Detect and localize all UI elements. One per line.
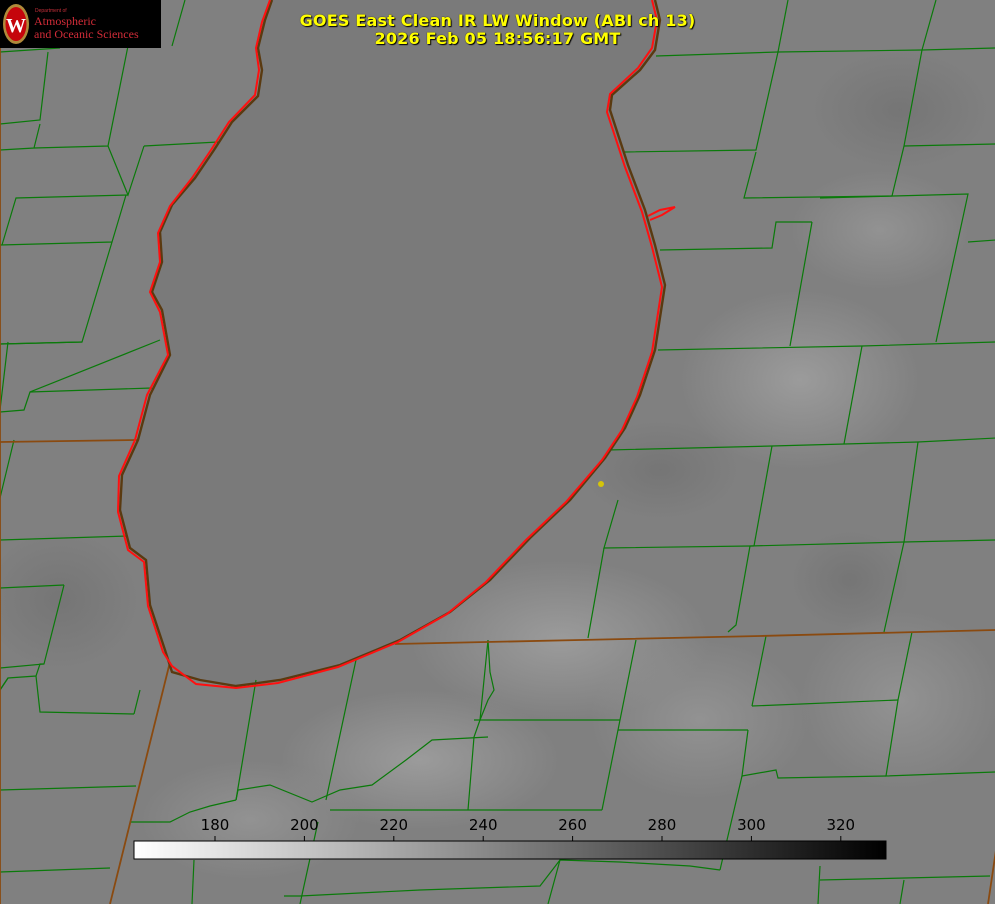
colorbar-tick-label: 200 — [290, 816, 319, 834]
colorbar-tick-label: 280 — [648, 816, 677, 834]
svg-text:W: W — [6, 15, 26, 37]
colorbar-tick-label: 300 — [737, 816, 766, 834]
logo-name-line2: and Oceanic Sciences — [34, 27, 139, 41]
colorbar-tick-label: 220 — [379, 816, 408, 834]
satellite-map[interactable]: 180 200 220 240 260 280 300 320 GOES East Clean… — [0, 0, 995, 904]
colorbar-tick-label: 260 — [558, 816, 587, 834]
site-marker — [598, 481, 604, 487]
uw-seal-icon: W — [3, 4, 29, 44]
colorbar-tick-label: 180 — [201, 816, 230, 834]
aos-logo[interactable]: W Department of Atmospheric and Oceanic … — [0, 0, 161, 48]
colorbar-tick-label: 240 — [469, 816, 498, 834]
map-canvas: 180 200 220 240 260 280 300 320 — [0, 0, 995, 904]
colorbar-gradient — [133, 840, 887, 860]
colorbar-tick-label: 320 — [826, 816, 855, 834]
